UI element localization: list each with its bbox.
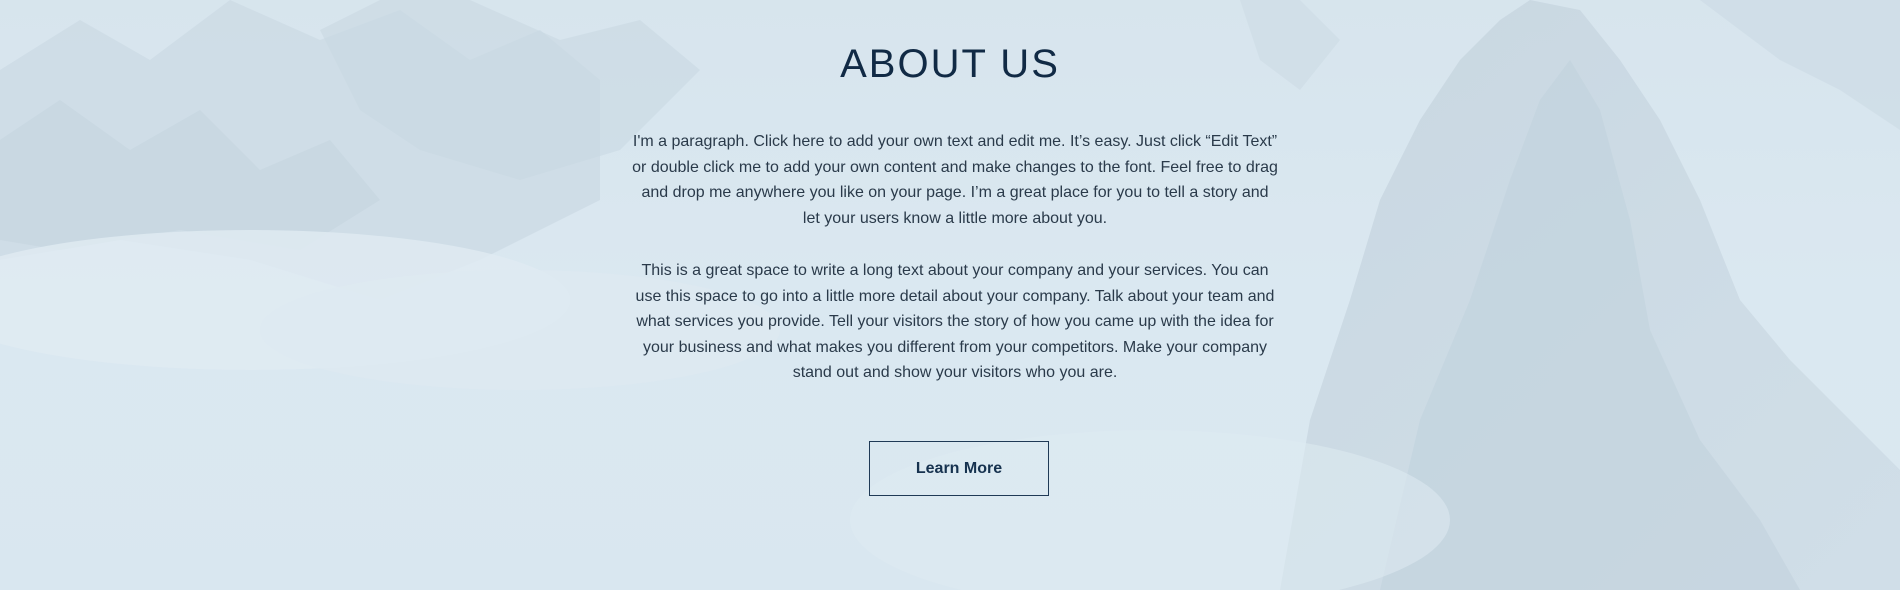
about-section: ABOUT US I'm a paragraph. Click here to … xyxy=(0,0,1900,590)
section-title: ABOUT US xyxy=(840,42,1060,86)
learn-more-button[interactable]: Learn More xyxy=(869,441,1049,496)
about-content: ABOUT US I'm a paragraph. Click here to … xyxy=(0,0,1900,590)
about-paragraph-1: I'm a paragraph. Click here to add your … xyxy=(632,133,1278,227)
about-paragraph-2: This is a great space to write a long te… xyxy=(635,262,1275,382)
